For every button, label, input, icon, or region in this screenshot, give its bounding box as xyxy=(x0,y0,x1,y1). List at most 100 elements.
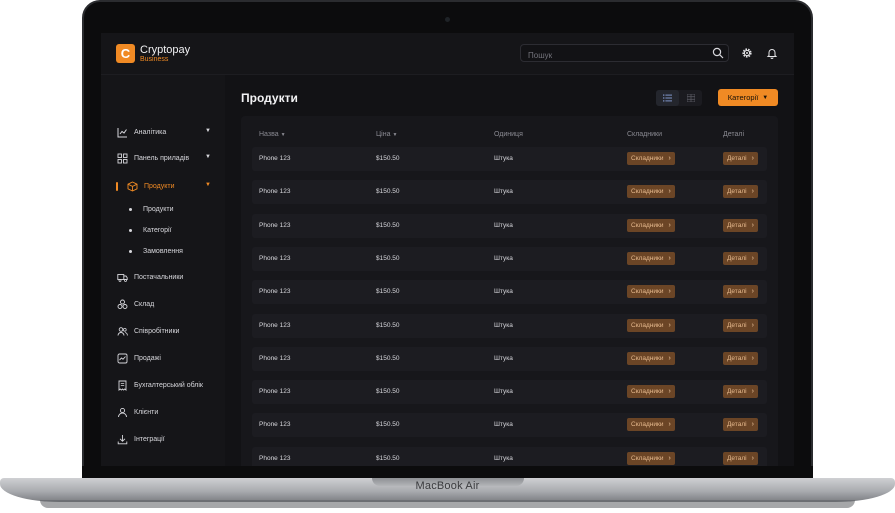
components-button-label: Складники xyxy=(631,354,664,362)
chevron-right-icon: › xyxy=(751,354,754,362)
chevron-down-icon[interactable]: ▼ xyxy=(205,182,211,188)
components-button-label: Складники xyxy=(631,321,664,329)
components-button[interactable]: Складники › xyxy=(627,385,675,399)
details-button[interactable]: Деталі › xyxy=(723,351,758,365)
table-row[interactable]: Phone 123 $150.50 Штука Складники › Деталі › xyxy=(252,180,767,205)
sidebar-item-integrations[interactable]: Інтеграції xyxy=(117,432,165,446)
components-button[interactable]: Складники › xyxy=(627,218,675,232)
product-price: $150.50 xyxy=(376,321,400,329)
components-button-label: Складники xyxy=(631,288,664,296)
logo: C xyxy=(116,44,135,63)
table-row[interactable]: Phone 123 $150.50 Штука Складники › Деталі › xyxy=(252,147,767,171)
product-name: Phone 123 xyxy=(259,321,291,329)
components-button[interactable]: Складники › xyxy=(627,285,675,299)
details-button[interactable]: Деталі › xyxy=(723,185,758,199)
chevron-down-icon[interactable]: ▼ xyxy=(205,128,211,134)
products-table: Назва ▼ Ціна ▼ Одиниця Складники Деталі … xyxy=(241,116,778,466)
table-row[interactable]: Phone 123 $150.50 Штука Складники › Деталі › xyxy=(252,380,767,405)
user-icon xyxy=(118,407,127,417)
components-button[interactable]: Складники › xyxy=(627,318,675,332)
sidebar-subitem-orders[interactable]: Замовлення xyxy=(129,245,183,257)
chevron-right-icon: › xyxy=(751,221,754,229)
product-name: Phone 123 xyxy=(259,388,291,396)
gear-icon[interactable] xyxy=(741,47,753,59)
sort-icon: ▼ xyxy=(280,132,286,138)
components-button[interactable]: Складники › xyxy=(627,185,675,199)
sidebar-item-employees[interactable]: Співробітники xyxy=(117,324,179,338)
sidebar-item-analytics[interactable]: Аналітика xyxy=(117,125,166,139)
view-toggle xyxy=(656,90,702,106)
search-box[interactable] xyxy=(520,44,729,64)
details-button[interactable]: Деталі › xyxy=(723,251,758,265)
page-title: Продукти xyxy=(241,91,298,105)
sidebar-subitem-categories[interactable]: Категорії xyxy=(129,224,172,236)
details-button[interactable]: Деталі › xyxy=(723,385,758,399)
product-name: Phone 123 xyxy=(259,288,291,296)
table-row[interactable]: Phone 123 $150.50 Штука Складники › Деталі › xyxy=(252,413,767,438)
details-button[interactable]: Деталі › xyxy=(723,285,758,299)
bullet xyxy=(129,228,132,232)
app-screen: C Cryptopay Business Аналітика xyxy=(101,33,794,466)
sidebar-item-sales[interactable]: Продажі xyxy=(117,351,161,365)
sidebar-item-clients[interactable]: Клієнти xyxy=(117,405,158,419)
sidebar-subitem-label: Продукти xyxy=(143,205,174,213)
components-button[interactable]: Складники › xyxy=(627,351,675,365)
column-header-details: Деталі xyxy=(723,131,745,138)
categories-button[interactable]: Категорії ▼ xyxy=(718,89,778,106)
chevron-right-icon: › xyxy=(668,321,671,329)
product-price: $150.50 xyxy=(376,254,400,262)
table-row[interactable]: Phone 123 $150.50 Штука Складники › Деталі › xyxy=(252,213,767,238)
sidebar-item-label: Панель приладів xyxy=(134,154,190,162)
chart-icon xyxy=(117,127,127,137)
details-button[interactable]: Деталі › xyxy=(723,451,758,465)
details-button[interactable]: Деталі › xyxy=(723,152,758,165)
brand-name: Cryptopay xyxy=(140,44,191,56)
truck-icon xyxy=(117,273,128,282)
sidebar-item-label: Продажі xyxy=(134,354,161,362)
brand-subtitle: Business xyxy=(140,56,169,63)
bell-icon[interactable] xyxy=(766,47,778,59)
components-button-label: Складники xyxy=(631,155,664,162)
chevron-down-icon[interactable]: ▼ xyxy=(205,154,211,160)
sidebar-item-accounting[interactable]: Бухгалтерський облік xyxy=(117,378,203,392)
details-button[interactable]: Деталі › xyxy=(723,418,758,432)
product-unit: Штука xyxy=(494,254,513,262)
details-button[interactable]: Деталі › xyxy=(723,218,758,232)
components-button[interactable]: Складники › xyxy=(627,251,675,265)
product-name: Phone 123 xyxy=(259,155,291,162)
list-view-button[interactable] xyxy=(656,90,679,106)
sidebar-item-suppliers[interactable]: Постачальники xyxy=(117,270,183,284)
chevron-right-icon: › xyxy=(668,421,671,429)
sidebar-item-products[interactable]: Продукти xyxy=(127,179,175,193)
table-row[interactable]: Phone 123 $150.50 Штука Складники › Деталі › xyxy=(252,280,767,305)
product-unit: Штука xyxy=(494,221,513,229)
sidebar: Аналітика ▼ Панель приладів ▼ Продукти ▼… xyxy=(101,75,225,466)
product-price: $150.50 xyxy=(376,388,400,396)
sidebar-item-dashboard[interactable]: Панель приладів xyxy=(117,151,189,165)
table-row[interactable]: Phone 123 $150.50 Штука Складники › Деталі › xyxy=(252,246,767,271)
search-input[interactable] xyxy=(521,47,701,64)
sidebar-item-warehouse[interactable]: Склад xyxy=(117,297,154,311)
grid-view-button[interactable] xyxy=(679,90,702,106)
components-button[interactable]: Складники › xyxy=(627,152,675,165)
table-row[interactable]: Phone 123 $150.50 Штука Складники › Деталі › xyxy=(252,446,767,466)
table-row[interactable]: Phone 123 $150.50 Штука Складники › Деталі › xyxy=(252,313,767,338)
search-icon[interactable] xyxy=(712,47,724,59)
column-header-price[interactable]: Ціна ▼ xyxy=(376,131,397,138)
chevron-right-icon: › xyxy=(668,254,671,262)
product-unit: Штука xyxy=(494,155,513,162)
chevron-right-icon: › xyxy=(751,288,754,296)
components-button-label: Складники xyxy=(631,454,664,462)
bullet xyxy=(129,249,132,253)
column-header-name[interactable]: Назва ▼ xyxy=(259,131,286,138)
components-button[interactable]: Складники › xyxy=(627,418,675,432)
details-button[interactable]: Деталі › xyxy=(723,318,758,332)
sort-icon: ▼ xyxy=(392,132,398,138)
table-row[interactable]: Phone 123 $150.50 Штука Складники › Деталі › xyxy=(252,346,767,371)
bullet xyxy=(129,207,132,211)
components-button[interactable]: Складники › xyxy=(627,451,675,465)
details-button-label: Деталі xyxy=(727,221,747,229)
laptop-shadow xyxy=(40,500,855,508)
sidebar-subitem-products[interactable]: Продукти xyxy=(129,203,174,215)
sidebar-item-label: Постачальники xyxy=(134,273,184,281)
